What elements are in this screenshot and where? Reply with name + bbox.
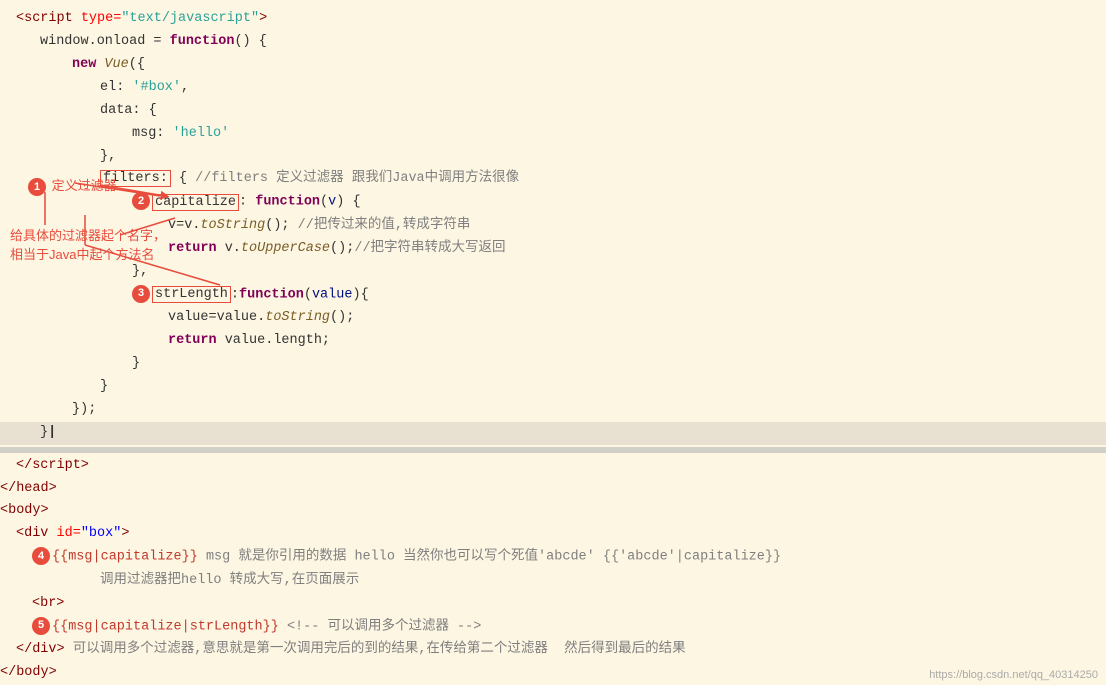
code-line: <br> — [0, 593, 1106, 616]
code-text: data: { — [100, 101, 157, 122]
code-line: window.onload = function() { — [0, 31, 1106, 54]
code-line: msg: 'hello' — [0, 123, 1106, 146]
code-line-capitalize: 2capitalize: function(v) { — [0, 191, 1106, 214]
code-line: v=v.toString(); //把传过来的值,转成字符串 — [0, 215, 1106, 238]
code-text: 4{{msg|capitalize}} msg 就是你引用的数据 hello 当… — [32, 547, 781, 568]
code-text: </script> — [16, 456, 89, 477]
code-line: } — [0, 376, 1106, 399]
code-text: el: '#box', — [100, 78, 189, 99]
code-line: </div> 可以调用多个过滤器,意思就是第一次调用完后的到的结果,在传给第二个… — [0, 639, 1106, 662]
html-tag: > — [259, 9, 267, 30]
code-text: </div> 可以调用多个过滤器,意思就是第一次调用完后的到的结果,在传给第二个… — [16, 640, 686, 661]
code-text: }, — [132, 262, 148, 283]
filters-box: filters: — [100, 170, 171, 187]
code-text: value=value.toString(); — [168, 308, 354, 329]
code-line: }, — [0, 146, 1106, 169]
code-text: 2capitalize: function(v) { — [132, 192, 361, 213]
code-text: </head> — [0, 479, 57, 500]
badge5: 5 — [32, 617, 50, 635]
code-text: <br> — [32, 594, 64, 615]
code-text: msg: 'hello' — [132, 124, 229, 145]
code-line: return v.toUpperCase();//把字符串转成大写返回 — [0, 238, 1106, 261]
code-line: </head> — [0, 478, 1106, 501]
code-line: 调用过滤器把hello 转成大写,在页面展示 — [0, 570, 1106, 593]
code-line: }); — [0, 399, 1106, 422]
code-line: new Vue({ — [0, 54, 1106, 77]
code-text: } — [132, 354, 140, 375]
code-kw: function — [170, 32, 235, 53]
code-line-badge4: 4{{msg|capitalize}} msg 就是你引用的数据 hello 当… — [0, 546, 1106, 569]
code-text: () { — [234, 32, 266, 53]
code-text: window.onload = — [40, 32, 170, 53]
code-line: </script> — [0, 455, 1106, 478]
capitalize-box: capitalize — [152, 194, 239, 211]
code-line: }, — [0, 261, 1106, 284]
code-area: <script type="text/javascript"> window.o… — [0, 0, 1106, 685]
code-text: } — [100, 377, 108, 398]
code-text: 5{{msg|capitalize|strLength}} <!-- 可以调用多… — [32, 617, 481, 638]
code-text: filters: { //filters 定义过滤器 跟我们Java中调用方法很… — [100, 169, 519, 190]
code-line: <body> — [0, 500, 1106, 523]
code-text: }, — [100, 147, 116, 168]
code-line: return value.length; — [0, 330, 1106, 353]
code-text: new Vue({ — [72, 55, 145, 76]
code-text: return value.length; — [168, 331, 330, 352]
code-line-filters: filters: { //filters 定义过滤器 跟我们Java中调用方法很… — [0, 168, 1106, 191]
code-text: 3strLength:function(value){ — [132, 285, 369, 306]
code-text: 调用过滤器把hello 转成大写,在页面展示 — [100, 571, 359, 592]
badge3: 3 — [132, 285, 150, 303]
html-str: "text/javascript" — [121, 9, 259, 30]
code-line: <script type="text/javascript"> — [0, 8, 1106, 31]
divider — [0, 447, 1106, 453]
code-line: data: { — [0, 100, 1106, 123]
code-line-badge5: 5{{msg|capitalize|strLength}} <!-- 可以调用多… — [0, 616, 1106, 639]
html-attr: type= — [81, 9, 122, 30]
code-line: } — [0, 353, 1106, 376]
code-text: <div id="box"> — [16, 524, 129, 545]
badge2: 2 — [132, 192, 150, 210]
code-line: }| — [0, 422, 1106, 445]
code-line-strlength: 3strLength:function(value){ — [0, 284, 1106, 307]
code-text: </body> — [0, 663, 57, 684]
code-line: <div id="box"> — [0, 523, 1106, 546]
code-text: v=v.toString(); //把传过来的值,转成字符串 — [168, 216, 470, 237]
html-tag: <script — [16, 9, 81, 30]
badge4: 4 — [32, 547, 50, 565]
code-text: } — [40, 423, 48, 444]
code-line: value=value.toString(); — [0, 307, 1106, 330]
code-line: el: '#box', — [0, 77, 1106, 100]
code-text: }); — [72, 400, 96, 421]
url-watermark: https://blog.csdn.net/qq_40314250 — [929, 669, 1098, 681]
code-text: return v.toUpperCase();//把字符串转成大写返回 — [168, 239, 506, 260]
code-text: <body> — [0, 501, 49, 522]
strlength-box: strLength — [152, 286, 231, 303]
